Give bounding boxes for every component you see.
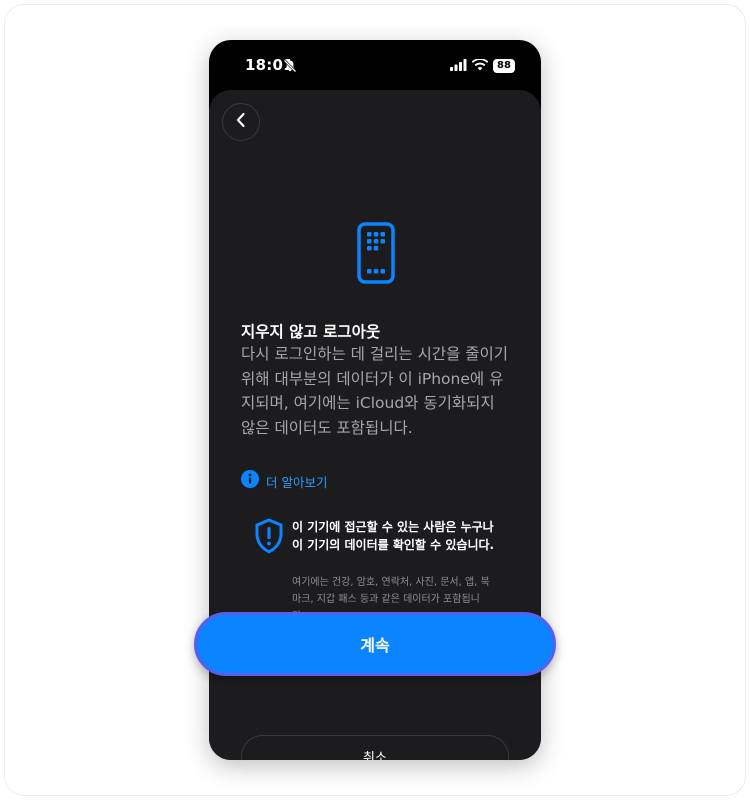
battery-icon: 88	[493, 58, 515, 73]
info-icon	[241, 470, 259, 492]
cellular-signal-icon	[450, 56, 467, 75]
wifi-icon	[471, 56, 489, 75]
page-description: 다시 로그인하는 데 걸리는 시간을 줄이기 위해 대부분의 데이터가 이 iP…	[241, 345, 509, 437]
page-title: 지우지 않고 로그아웃	[241, 323, 381, 341]
learn-more-label: 더 알아보기	[266, 474, 328, 490]
shield-exclamation-icon	[254, 518, 284, 558]
status-indicators: 88	[450, 56, 515, 75]
back-button[interactable]	[222, 103, 260, 141]
status-bar: 18:01 88	[209, 40, 541, 88]
bell-slash-icon	[283, 58, 297, 77]
chevron-left-icon	[235, 112, 247, 132]
learn-more-link[interactable]: 더 알아보기	[241, 470, 327, 492]
warning-title: 이 기기에 접근할 수 있는 사람은 누구나 이 기기의 데이터를 확인할 수 …	[292, 520, 495, 552]
continue-button[interactable]: 계속	[194, 612, 556, 676]
phone-grid-icon	[357, 222, 395, 288]
cancel-button[interactable]: 취소	[241, 735, 509, 760]
